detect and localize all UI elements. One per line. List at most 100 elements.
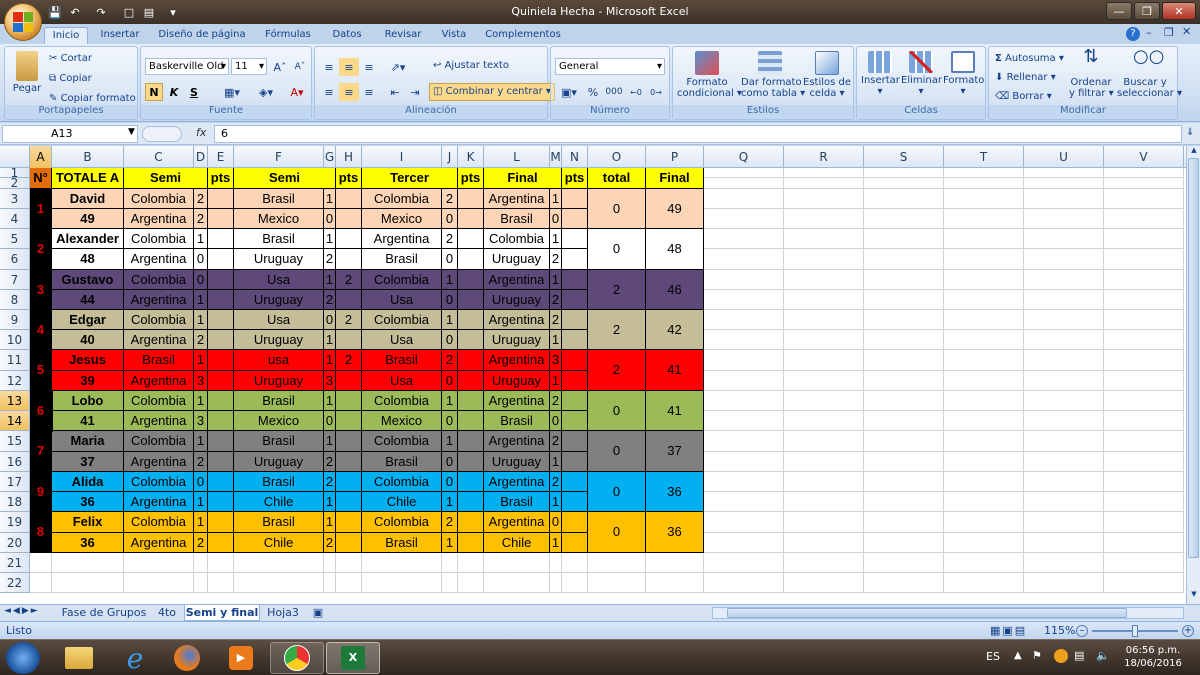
grid-cell[interactable] bbox=[324, 573, 336, 593]
grid-cell[interactable] bbox=[864, 270, 944, 290]
grid-cell[interactable] bbox=[362, 553, 442, 573]
prediction-cell[interactable] bbox=[458, 290, 484, 310]
rank-cell[interactable]: 3 bbox=[30, 270, 52, 310]
final-cell[interactable]: 48 bbox=[646, 229, 704, 270]
row-header[interactable]: 3 bbox=[0, 189, 30, 209]
prediction-cell[interactable]: 2 bbox=[550, 391, 562, 411]
grid-cell[interactable] bbox=[30, 553, 52, 573]
prediction-cell[interactable] bbox=[208, 452, 234, 472]
grid-cell[interactable] bbox=[550, 573, 562, 593]
final-cell[interactable]: 41 bbox=[646, 391, 704, 431]
header-cell-final_total[interactable]: Final bbox=[646, 168, 704, 189]
merge-center-button[interactable]: ◫ Combinar y centrar ▾ bbox=[429, 83, 555, 101]
grid-cell[interactable] bbox=[784, 249, 864, 270]
column-header[interactable]: T bbox=[944, 146, 1024, 168]
prediction-cell[interactable] bbox=[336, 330, 362, 350]
grid-cell[interactable] bbox=[864, 512, 944, 533]
prediction-cell[interactable]: 1 bbox=[324, 512, 336, 533]
paste-button[interactable]: Pegar bbox=[9, 51, 45, 94]
prediction-cell[interactable] bbox=[562, 411, 588, 431]
copy-button[interactable]: ⧉ Copiar bbox=[49, 73, 92, 84]
header-cell-semi2[interactable]: Semi bbox=[234, 168, 336, 189]
grid-cell[interactable] bbox=[704, 472, 784, 492]
prediction-cell[interactable] bbox=[336, 472, 362, 492]
prediction-cell[interactable]: Argentina bbox=[124, 452, 194, 472]
grid-cell[interactable] bbox=[704, 178, 784, 189]
prediction-cell[interactable]: Brasil bbox=[234, 391, 324, 411]
grid-cell[interactable] bbox=[944, 492, 1024, 512]
rank-cell[interactable]: 1 bbox=[30, 189, 52, 229]
sheet-tab[interactable]: Fase de Grupos bbox=[58, 605, 150, 621]
grid-cell[interactable] bbox=[784, 431, 864, 452]
grid-cell[interactable] bbox=[864, 168, 944, 178]
column-header[interactable]: N bbox=[562, 146, 588, 168]
grid-cell[interactable] bbox=[1024, 330, 1104, 350]
prediction-cell[interactable]: Argentina bbox=[124, 330, 194, 350]
grid-cell[interactable] bbox=[944, 452, 1024, 472]
prediction-cell[interactable] bbox=[336, 391, 362, 411]
grid-cell[interactable] bbox=[784, 371, 864, 391]
grid-cell[interactable] bbox=[784, 310, 864, 330]
rank-cell[interactable]: 9 bbox=[30, 472, 52, 512]
row-header[interactable]: 4 bbox=[0, 209, 30, 229]
player-name-cell[interactable]: Alexander bbox=[52, 229, 124, 249]
wrap-text-button[interactable]: ↩ Ajustar texto bbox=[433, 60, 509, 71]
column-header[interactable]: R bbox=[784, 146, 864, 168]
grid-cell[interactable] bbox=[336, 553, 362, 573]
grid-cell[interactable] bbox=[864, 178, 944, 189]
prediction-cell[interactable]: 2 bbox=[442, 350, 458, 371]
grid-cell[interactable] bbox=[562, 573, 588, 593]
grid-cell[interactable] bbox=[704, 310, 784, 330]
grid-cell[interactable] bbox=[1104, 178, 1184, 189]
grid-cell[interactable] bbox=[194, 553, 208, 573]
prediction-cell[interactable] bbox=[208, 290, 234, 310]
firefox-icon[interactable] bbox=[160, 642, 214, 674]
bold-button[interactable]: N bbox=[145, 83, 163, 101]
prediction-cell[interactable] bbox=[336, 411, 362, 431]
prediction-cell[interactable] bbox=[458, 472, 484, 492]
prediction-cell[interactable]: 1 bbox=[324, 189, 336, 209]
grid-cell[interactable] bbox=[704, 553, 784, 573]
fill-button[interactable]: ⬇ Rellenar ▾ bbox=[995, 72, 1056, 83]
formula-input[interactable]: 6 bbox=[214, 125, 1182, 143]
row-header[interactable]: 18 bbox=[0, 492, 30, 512]
column-header[interactable]: L bbox=[484, 146, 550, 168]
prediction-cell[interactable]: 1 bbox=[550, 229, 562, 249]
prediction-cell[interactable] bbox=[336, 512, 362, 533]
prediction-cell[interactable] bbox=[562, 229, 588, 249]
prediction-cell[interactable]: 0 bbox=[550, 512, 562, 533]
minimize-button[interactable]: — bbox=[1106, 2, 1132, 20]
restore-button[interactable]: ❐ bbox=[1134, 2, 1160, 20]
grid-cell[interactable] bbox=[784, 573, 864, 593]
grid-cell[interactable] bbox=[324, 553, 336, 573]
prediction-cell[interactable]: Usa bbox=[234, 270, 324, 290]
prediction-cell[interactable]: Mexico bbox=[362, 411, 442, 431]
tab-inicio[interactable]: Inicio bbox=[44, 27, 88, 44]
grid-cell[interactable] bbox=[1024, 310, 1104, 330]
grid-cell[interactable] bbox=[208, 553, 234, 573]
sheet-nav-icon[interactable]: ◄◀▶► bbox=[4, 606, 40, 616]
grid-cell[interactable] bbox=[864, 431, 944, 452]
delete-cells-button[interactable]: Eliminar ▾ bbox=[901, 51, 942, 97]
zoom-slider-thumb[interactable] bbox=[1132, 625, 1138, 637]
grid-cell[interactable] bbox=[1104, 229, 1184, 249]
grid-cell[interactable] bbox=[1104, 270, 1184, 290]
grid-cell[interactable] bbox=[864, 189, 944, 209]
grid-cell[interactable] bbox=[1104, 350, 1184, 371]
prediction-cell[interactable]: Brasil bbox=[234, 512, 324, 533]
grid-cell[interactable] bbox=[1104, 371, 1184, 391]
prediction-cell[interactable]: Chile bbox=[234, 533, 324, 553]
scroll-thumb[interactable] bbox=[1188, 158, 1199, 558]
prediction-cell[interactable]: 1 bbox=[550, 371, 562, 391]
prediction-cell[interactable] bbox=[458, 533, 484, 553]
grid-cell[interactable] bbox=[588, 553, 646, 573]
grid-cell[interactable] bbox=[864, 330, 944, 350]
grid-cell[interactable] bbox=[944, 270, 1024, 290]
grow-font-button[interactable]: Aˆ bbox=[271, 58, 289, 76]
network-icon[interactable]: ▤ bbox=[1074, 649, 1084, 662]
final-cell[interactable]: 41 bbox=[646, 350, 704, 391]
grid-cell[interactable] bbox=[944, 209, 1024, 229]
row-header[interactable]: 7 bbox=[0, 270, 30, 290]
prediction-cell[interactable]: Argentina bbox=[484, 431, 550, 452]
grid-cell[interactable] bbox=[704, 168, 784, 178]
